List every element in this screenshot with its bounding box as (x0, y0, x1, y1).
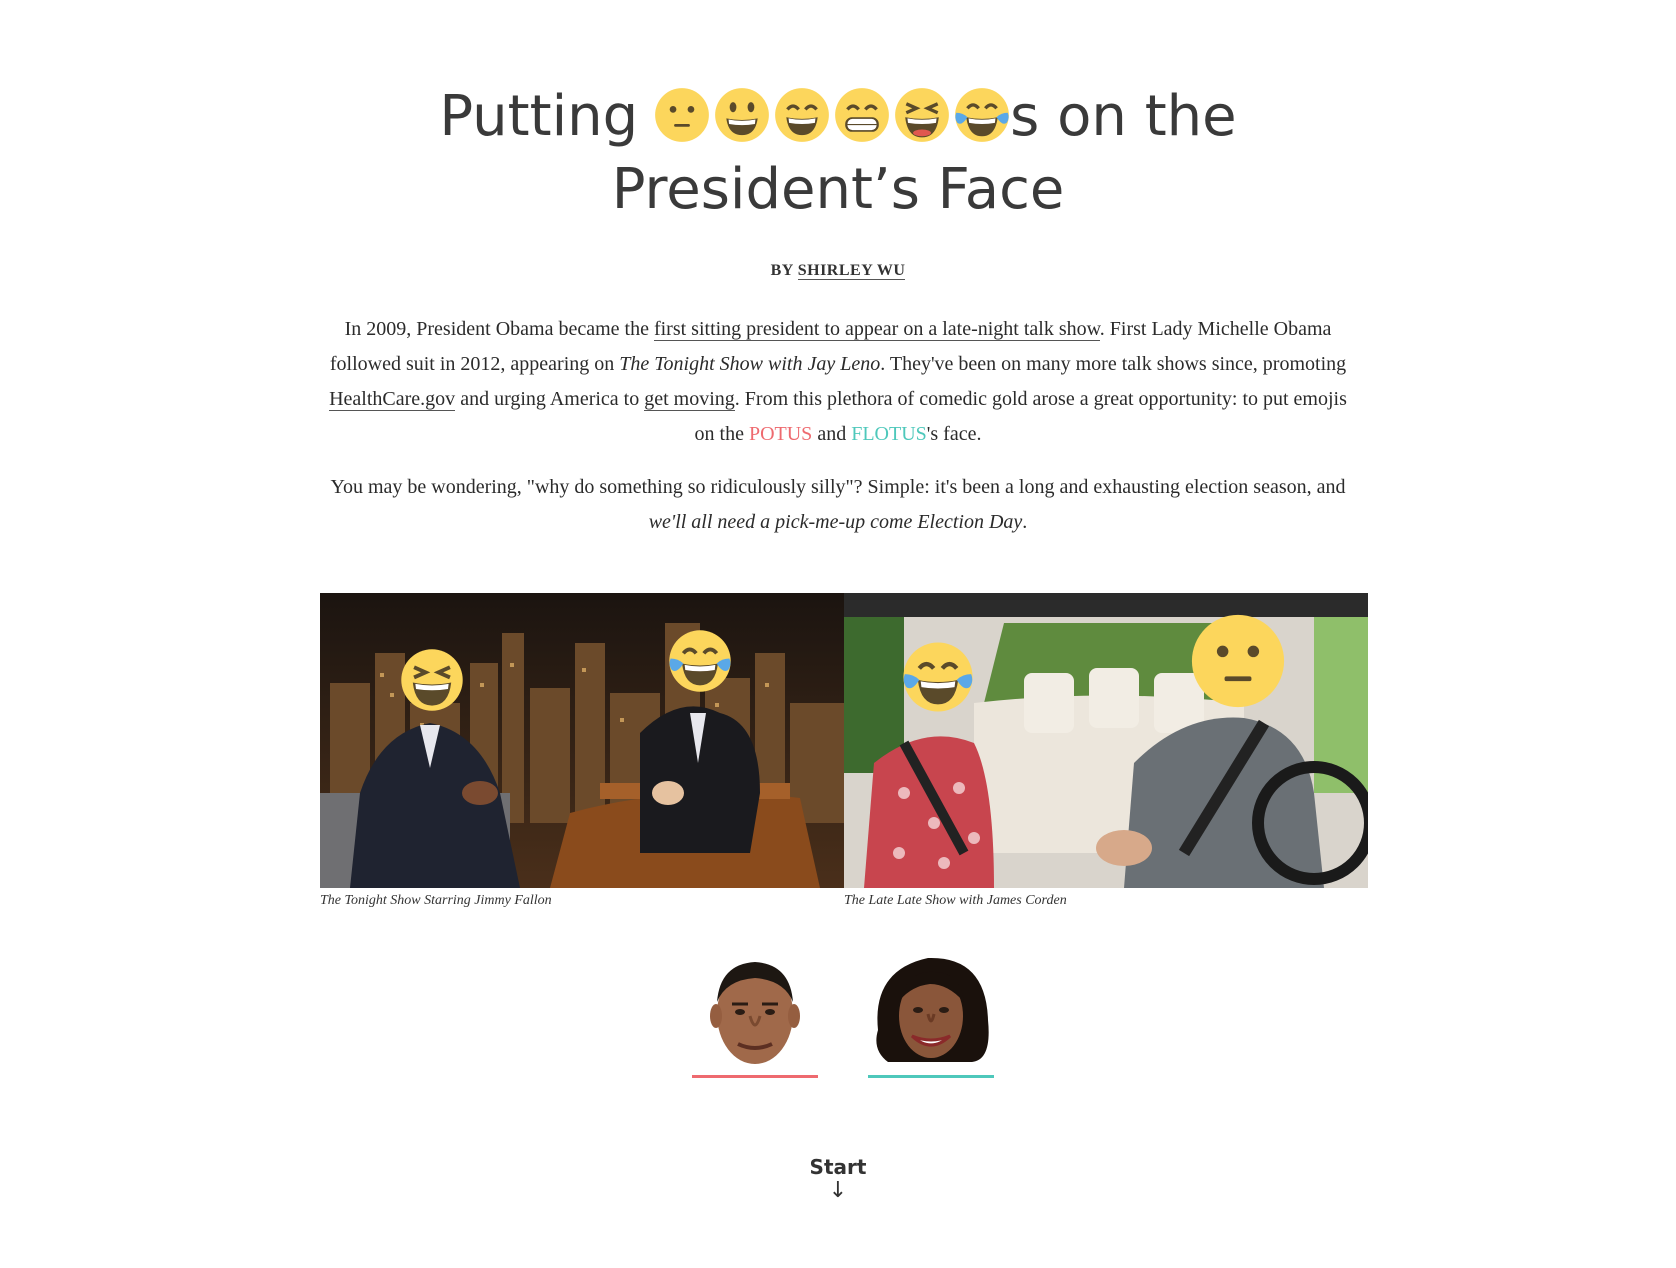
article-page: Putting s on the President’s Face BY SHI… (0, 0, 1676, 1268)
tonight-show-caption: The Tonight Show Starring Jimmy Fallon (320, 893, 552, 908)
start-button[interactable]: Start ↓ (0, 1155, 1676, 1203)
obama-face-icon (710, 962, 800, 1064)
carpool-scene (844, 593, 1368, 888)
grinning-face-icon (715, 87, 770, 142)
neutral-face-icon (655, 87, 710, 142)
intro-paragraph-2: You may be wondering, "why do something … (318, 470, 1358, 540)
byline: BY SHIRLEY WU (0, 262, 1676, 280)
grimacing-face-icon (835, 87, 890, 142)
late-late-show-photo (844, 593, 1368, 888)
intro-text-run: and urging America to (455, 388, 645, 410)
intro-text-run: 's face. (926, 423, 982, 445)
neutral-face-icon (1191, 614, 1285, 708)
intro-text-run: and (812, 423, 852, 445)
late-late-show-caption: The Late Late Show with James Corden (844, 893, 1067, 908)
intro-text-run: In 2009, President Obama became the (344, 318, 654, 340)
tonight-show-photo (320, 593, 844, 888)
flotus-head-button[interactable] (868, 950, 994, 1078)
title-prefix: Putting (439, 84, 639, 149)
laughing-face-icon (895, 87, 950, 142)
tonight-show-scene (320, 593, 844, 888)
smiling-face-icon (775, 87, 830, 142)
author-link[interactable]: SHIRLEY WU (797, 262, 906, 280)
intro-text-run: You may be wondering, "why do something … (330, 476, 1346, 498)
intro-text-run: . (1022, 511, 1028, 533)
flotus-highlight: FLOTUS (851, 423, 927, 445)
page-title: Putting s on the President’s Face (0, 82, 1676, 225)
potus-underline (692, 1075, 818, 1078)
flotus-underline (868, 1075, 994, 1078)
michelle-face-icon (876, 957, 989, 1062)
byline-prefix: BY (770, 262, 794, 279)
tears-of-joy-icon (955, 87, 1010, 142)
late-night-link[interactable]: first sitting president to appear on a l… (653, 318, 1100, 341)
intro-text: In 2009, President Obama became the firs… (318, 312, 1358, 558)
pick-me-up-emphasis: we'll all need a pick-me-up come Electio… (648, 511, 1023, 533)
arrow-down-icon: ↓ (828, 1178, 848, 1203)
intro-text-run: . They've been on many more talk shows s… (880, 353, 1347, 375)
get-moving-link[interactable]: get moving (644, 388, 735, 411)
title-line-2: President’s Face (611, 156, 1065, 222)
start-label: Start (809, 1155, 867, 1179)
intro-paragraph-1: In 2009, President Obama became the firs… (318, 312, 1358, 452)
tonight-show-title: The Tonight Show with Jay Leno (619, 353, 881, 375)
tears-of-joy-icon (903, 642, 973, 712)
laughing-face-icon (401, 649, 463, 711)
title-suffix: s on the (1010, 84, 1237, 149)
potus-head-button[interactable] (692, 950, 818, 1078)
healthcare-link[interactable]: HealthCare.gov (329, 388, 456, 411)
tears-of-joy-icon (669, 630, 731, 692)
potus-highlight: POTUS (748, 423, 813, 445)
title-emoji-row (650, 77, 1010, 147)
